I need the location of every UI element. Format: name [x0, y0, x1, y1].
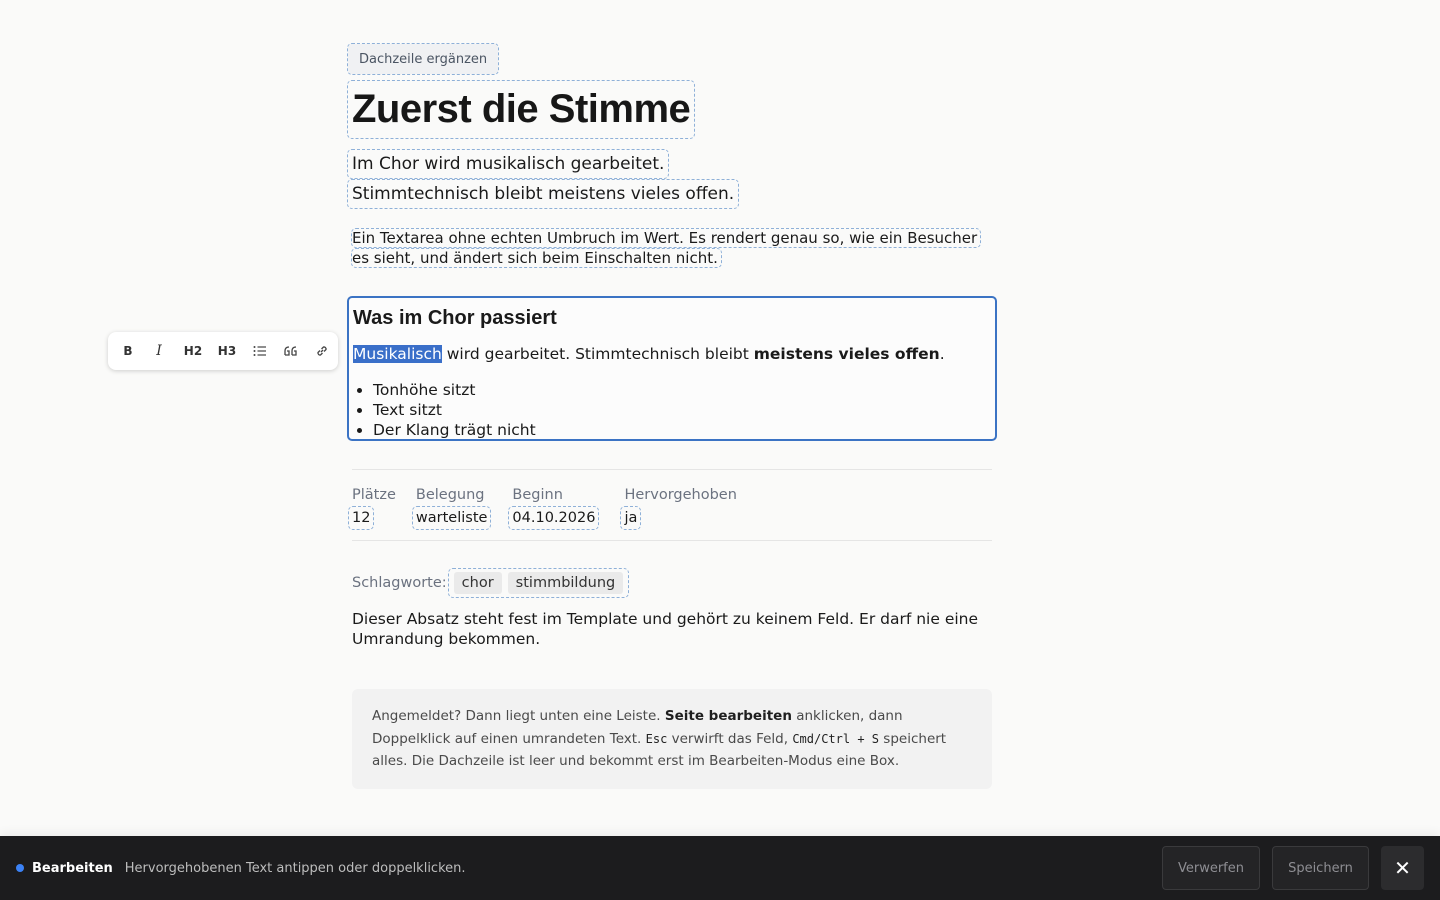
text-selection: Musikalisch	[353, 345, 442, 363]
bullet-list-icon	[253, 346, 266, 356]
paragraph-end: .	[939, 345, 945, 363]
teaser-field[interactable]: Ein Textarea ohne echten Umbruch im Wert…	[350, 228, 992, 268]
list-item: Der Klang trägt nicht	[373, 420, 991, 440]
static-paragraph: Dieser Absatz steht fest im Template und…	[352, 610, 979, 648]
quote-icon	[283, 346, 297, 356]
italic-button[interactable]: I	[142, 337, 176, 365]
tags-label: Schlagworte:	[352, 575, 447, 591]
list-item: Text sitzt	[373, 400, 991, 420]
link-icon	[316, 346, 327, 356]
editor-paragraph: Musikalisch wird gearbeitet. Stimmtechni…	[353, 344, 991, 364]
paragraph-text: wird gearbeitet. Stimmtechnisch bleibt	[441, 345, 754, 363]
note-text: verwirft das Feld,	[667, 730, 793, 747]
fact-label: Belegung	[415, 487, 485, 503]
fact-value[interactable]: 12	[347, 506, 375, 530]
fact-plaetze: Plätze 12	[347, 486, 396, 530]
hint-text: Hervorgehobenen Text antippen oder doppe…	[124, 860, 466, 876]
format-toolbar: B I H2 H3	[108, 332, 338, 370]
subtitle-line-1[interactable]: Im Chor wird musikalisch gearbeitet.	[346, 149, 670, 179]
teaser-line-2: es sieht, und ändert sich beim Einschalt…	[351, 248, 722, 268]
fact-label: Beginn	[512, 487, 563, 503]
fact-belegung: Belegung warteliste	[411, 486, 492, 530]
close-icon: ✕	[1394, 856, 1411, 880]
bullet-list-button[interactable]	[244, 337, 275, 365]
note-text: Angemeldet? Dann liegt unten eine Leiste…	[372, 708, 665, 724]
subtitle-line-2[interactable]: Stimmtechnisch bleibt meistens vieles of…	[346, 179, 740, 209]
fact-value[interactable]: warteliste	[411, 506, 492, 530]
bold-button[interactable]: B	[114, 337, 142, 365]
tag-chip: chor	[453, 572, 502, 594]
fact-value[interactable]: 04.10.2026	[508, 506, 600, 530]
tags-row: Schlagworte: chor stimmbildung	[352, 568, 630, 598]
fact-beginn: Beginn 04.10.2026	[508, 486, 600, 530]
quote-button[interactable]	[275, 337, 306, 365]
fact-label: Hervorgehoben	[624, 487, 737, 503]
rich-text-editor[interactable]: Was im Chor passiert Musikalisch wird ge…	[347, 296, 997, 441]
fact-value[interactable]: ja	[620, 506, 642, 530]
divider	[352, 469, 992, 470]
tag-chip: stimmbildung	[507, 572, 624, 594]
divider	[352, 540, 992, 541]
note-code: Esc	[645, 731, 668, 746]
kicker-field[interactable]: Dachzeile ergänzen	[346, 43, 500, 75]
h2-button[interactable]: H2	[176, 337, 210, 365]
tags-field[interactable]: chor stimmbildung	[447, 568, 630, 598]
h3-button[interactable]: H3	[210, 337, 244, 365]
teaser-line-1: Ein Textarea ohne echten Umbruch im Wert…	[350, 228, 982, 248]
close-button[interactable]: ✕	[1381, 846, 1424, 890]
edit-bar: Bearbeiten Hervorgehobenen Text antippen…	[0, 836, 1440, 900]
link-button[interactable]	[306, 337, 337, 365]
note-code: Cmd/Ctrl + S	[792, 731, 880, 746]
note-bold: Seite bearbeiten	[664, 708, 792, 724]
fact-label: Plätze	[352, 487, 396, 503]
save-button[interactable]: Speichern	[1272, 846, 1369, 890]
mode-label: Bearbeiten	[32, 860, 113, 876]
facts-row: Plätze 12 Belegung warteliste Beginn 04.…	[347, 486, 761, 530]
discard-button[interactable]: Verwerfen	[1162, 846, 1260, 890]
bold-text: meistens vieles offen	[753, 345, 940, 363]
editor-heading: Was im Chor passiert	[353, 307, 557, 329]
editor-list: Tonhöhe sitzt Text sitzt Der Klang trägt…	[353, 380, 991, 440]
list-item: Tonhöhe sitzt	[373, 380, 991, 400]
status-dot	[16, 864, 24, 872]
fact-hervorgehoben: Hervorgehoben ja	[620, 486, 737, 530]
info-note: Angemeldet? Dann liegt unten eine Leiste…	[352, 689, 992, 789]
page-title[interactable]: Zuerst die Stimme	[346, 80, 696, 139]
